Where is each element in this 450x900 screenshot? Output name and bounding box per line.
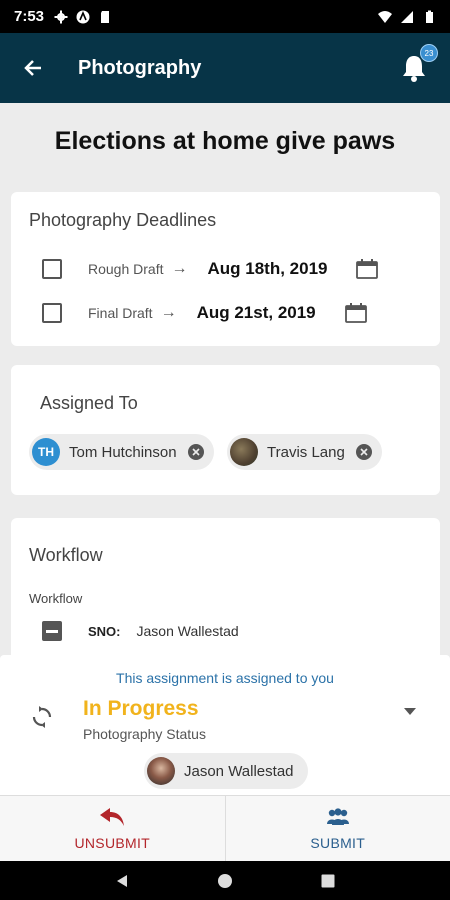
indeterminate-checkbox[interactable]: [42, 621, 62, 641]
app-bar: Photography 23: [0, 33, 450, 103]
owner-chip: Jason Wallestad: [144, 753, 308, 789]
app-title: Photography: [78, 56, 202, 79]
deadline-checkbox[interactable]: [42, 259, 62, 279]
deadline-label: Final Draft: [88, 305, 153, 321]
workflow-card: Workflow Workflow SNO: Jason Wallestad: [11, 518, 440, 678]
submit-button[interactable]: SUBMIT: [224, 796, 450, 861]
deadlines-title: Photography Deadlines: [29, 210, 217, 230]
workflow-row: SNO: Jason Wallestad: [42, 621, 239, 641]
workflow-person: Jason Wallestad: [136, 623, 239, 639]
nav-back-icon[interactable]: [114, 873, 130, 889]
unsubmit-button[interactable]: UNSUBMIT: [0, 796, 225, 861]
calendar-icon[interactable]: [345, 303, 367, 323]
system-status-bar: 7:53: [0, 0, 450, 33]
status-panel: This assignment is assigned to you In Pr…: [0, 655, 450, 795]
action-bar: UNSUBMIT SUBMIT: [0, 795, 450, 861]
back-button[interactable]: [18, 53, 48, 83]
arrow-right-icon: →: [160, 304, 177, 321]
submit-label: SUBMIT: [310, 834, 366, 851]
assignee-name: Tom Hutchinson: [69, 443, 177, 461]
deadline-date[interactable]: Aug 21st, 2019: [197, 303, 316, 323]
sync-icon[interactable]: [30, 705, 54, 729]
status-value[interactable]: In Progress: [83, 697, 199, 721]
sd-card-icon: [101, 10, 110, 23]
nav-recents-icon[interactable]: [320, 873, 336, 889]
group-icon: [326, 807, 349, 825]
arrow-right-icon: →: [171, 260, 188, 277]
deadline-checkbox[interactable]: [42, 303, 62, 323]
deadline-label: Rough Draft: [88, 261, 164, 277]
deadline-date[interactable]: Aug 18th, 2019: [207, 259, 327, 279]
wifi-icon: [378, 10, 392, 23]
nav-home-icon[interactable]: [217, 873, 233, 889]
deadline-row: Final Draft → Aug 21st, 2019: [42, 298, 316, 328]
notification-count-badge: 23: [420, 44, 438, 62]
calendar-icon[interactable]: [356, 259, 378, 279]
workflow-role: SNO:: [88, 623, 121, 639]
assignee-chip[interactable]: TH Tom Hutchinson: [29, 434, 214, 470]
status-label: Photography Status: [83, 726, 206, 742]
assigned-card: Assigned To TH Tom Hutchinson Travis Lan…: [11, 365, 440, 495]
status-time: 7:53: [14, 8, 45, 25]
owner-name: Jason Wallestad: [184, 762, 294, 780]
undo-icon: [100, 807, 125, 826]
remove-icon[interactable]: [355, 444, 372, 460]
workflow-title: Workflow: [29, 545, 103, 565]
assigned-title: Assigned To: [40, 393, 138, 413]
avatar: TH: [32, 438, 60, 466]
assignee-chip[interactable]: Travis Lang: [227, 434, 382, 470]
deadlines-card: Photography Deadlines Rough Draft → Aug …: [11, 192, 440, 346]
remove-icon[interactable]: [187, 444, 204, 460]
page-title: Elections at home give paws: [54, 127, 396, 155]
chevron-down-icon[interactable]: [404, 708, 416, 715]
assignee-name: Travis Lang: [267, 443, 345, 461]
avatar: [230, 438, 258, 466]
deadline-row: Rough Draft → Aug 18th, 2019: [42, 254, 327, 284]
avatar: [147, 757, 175, 785]
signal-icon: [401, 10, 413, 23]
notifications-button[interactable]: 23: [396, 44, 438, 86]
workflow-sub-label: Workflow: [29, 591, 83, 606]
back-arrow-icon: [24, 60, 41, 76]
assigned-note: This assignment is assigned to you: [116, 670, 334, 686]
unsubmit-label: UNSUBMIT: [74, 834, 150, 851]
app-notification-icon: [76, 10, 90, 23]
system-nav-bar: [0, 861, 450, 900]
battery-icon: [426, 10, 433, 23]
settings-icon: [54, 10, 68, 23]
